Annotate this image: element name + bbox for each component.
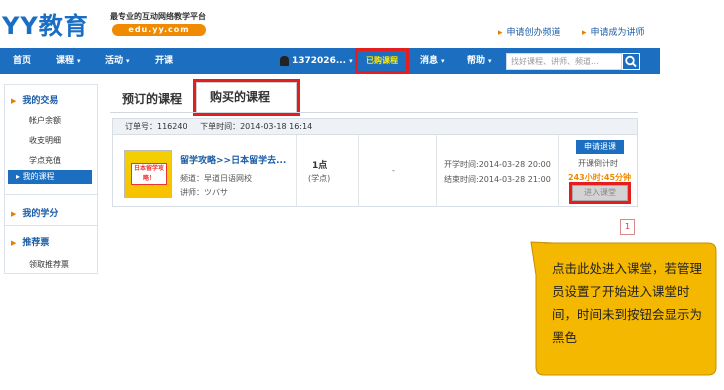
order-header: 订单号：116240 下单时间：2014-03-18 16:14	[112, 118, 638, 135]
countdown-value: 243小时:45分钟	[568, 173, 632, 182]
nav-help[interactable]: 帮助 ▾	[467, 48, 492, 74]
divider	[358, 135, 359, 207]
sidebar-my-trades[interactable]: ▶ 我的交易	[11, 93, 58, 106]
nav-activities[interactable]: 活动 ▾	[105, 48, 130, 74]
divider	[5, 194, 97, 195]
nav-user-menu[interactable]: 1372026... ▾	[280, 48, 353, 74]
thumbnail-caption: 日本留学攻略！	[131, 163, 167, 185]
site-slogan: 最专业的互动网络教学平台	[110, 12, 206, 21]
apply-teacher-link[interactable]: ▸ 申请成为讲师	[582, 25, 645, 38]
main-nav: 首页 课程 ▾ 活动 ▾ 开课 1372026... ▾ 已购课程 消息 ▾ 帮助 ▾ 找…	[0, 48, 660, 74]
nav-home[interactable]: 首页	[13, 48, 31, 74]
search-button[interactable]	[622, 53, 640, 70]
avatar-icon	[280, 55, 289, 66]
enter-classroom-button[interactable]: 进入课堂	[569, 182, 631, 204]
chevron-down-icon: ▾	[441, 57, 445, 65]
triangle-right-icon: ▶	[11, 239, 17, 247]
nav-courses[interactable]: 课程 ▾	[56, 48, 81, 74]
divider	[558, 135, 559, 207]
search-icon	[625, 55, 637, 68]
triangle-right-icon: ▶	[11, 97, 17, 105]
divider	[296, 135, 297, 207]
sidebar-my-credits[interactable]: ▶ 我的学分	[11, 206, 58, 219]
empty-cell: -	[392, 166, 395, 175]
chevron-down-icon: ▾	[488, 57, 492, 65]
chevron-down-icon: ▾	[349, 57, 353, 65]
sidebar-item-my-courses[interactable]: ▸ 我的课程	[8, 170, 92, 184]
nav-purchased-courses[interactable]: 已购课程	[355, 48, 409, 74]
apply-channel-link[interactable]: ▸ 申请创办频道	[498, 25, 561, 38]
sidebar-item-get-ticket[interactable]: 领取推荐票	[29, 259, 69, 270]
nav-open-class[interactable]: 开课	[155, 48, 173, 74]
countdown-label: 开课倒计时	[578, 159, 618, 168]
divider	[110, 112, 638, 113]
site-logo[interactable]: YY教育	[2, 6, 89, 41]
end-time: 结束时间:2014-03-28 21:00	[444, 175, 551, 184]
site-header: YY教育 最专业的互动网络教学平台 edu.yy.com ▸ 申请创办频道 ▸ 申请…	[0, 0, 660, 48]
sidebar-item-balance[interactable]: 帐户余额	[29, 115, 61, 126]
divider	[436, 135, 437, 207]
triangle-right-icon: ▶	[11, 210, 17, 218]
course-thumbnail[interactable]: 日本留学攻略！	[124, 150, 172, 198]
start-time: 开学时间:2014-03-28 20:00	[444, 160, 551, 169]
chevron-down-icon: ▾	[77, 57, 81, 65]
divider	[5, 225, 97, 226]
nav-messages[interactable]: 消息 ▾	[420, 48, 445, 74]
sidebar-item-recharge[interactable]: 学点充值	[29, 155, 61, 166]
course-price-unit: (学点)	[308, 174, 331, 183]
triangle-right-icon: ▸	[498, 28, 503, 38]
callout-text: 点击此处进入课堂，若管理员设置了开始进入课堂时间，时间未到按钮会显示为黑色	[552, 261, 703, 345]
sidebar-item-statement[interactable]: 收支明细	[29, 135, 61, 146]
course-price: 1点	[312, 161, 328, 171]
course-teacher: 讲师：ツバサ	[180, 188, 228, 197]
sidebar-recommend[interactable]: ▶ 推荐票	[11, 235, 49, 248]
order-number: 订单号：116240	[125, 122, 188, 131]
tab-reserved-courses[interactable]: 预订的课程	[122, 90, 182, 107]
site-domain: edu.yy.com	[112, 24, 206, 36]
refund-button[interactable]: 申请退课	[576, 140, 624, 154]
chevron-down-icon: ▾	[126, 57, 130, 65]
pagination-page[interactable]: 1	[620, 219, 635, 235]
search-input[interactable]: 找好课程、讲师、频道...	[506, 53, 622, 70]
order-time: 下单时间：2014-03-18 16:14	[200, 122, 313, 131]
course-title-link[interactable]: 留学攻略>>日本留学去...	[180, 153, 286, 166]
course-channel: 频道：早道日语网校	[180, 174, 252, 183]
tab-bought-courses[interactable]: 购买的课程	[210, 88, 270, 105]
triangle-right-icon: ▸	[582, 28, 587, 38]
